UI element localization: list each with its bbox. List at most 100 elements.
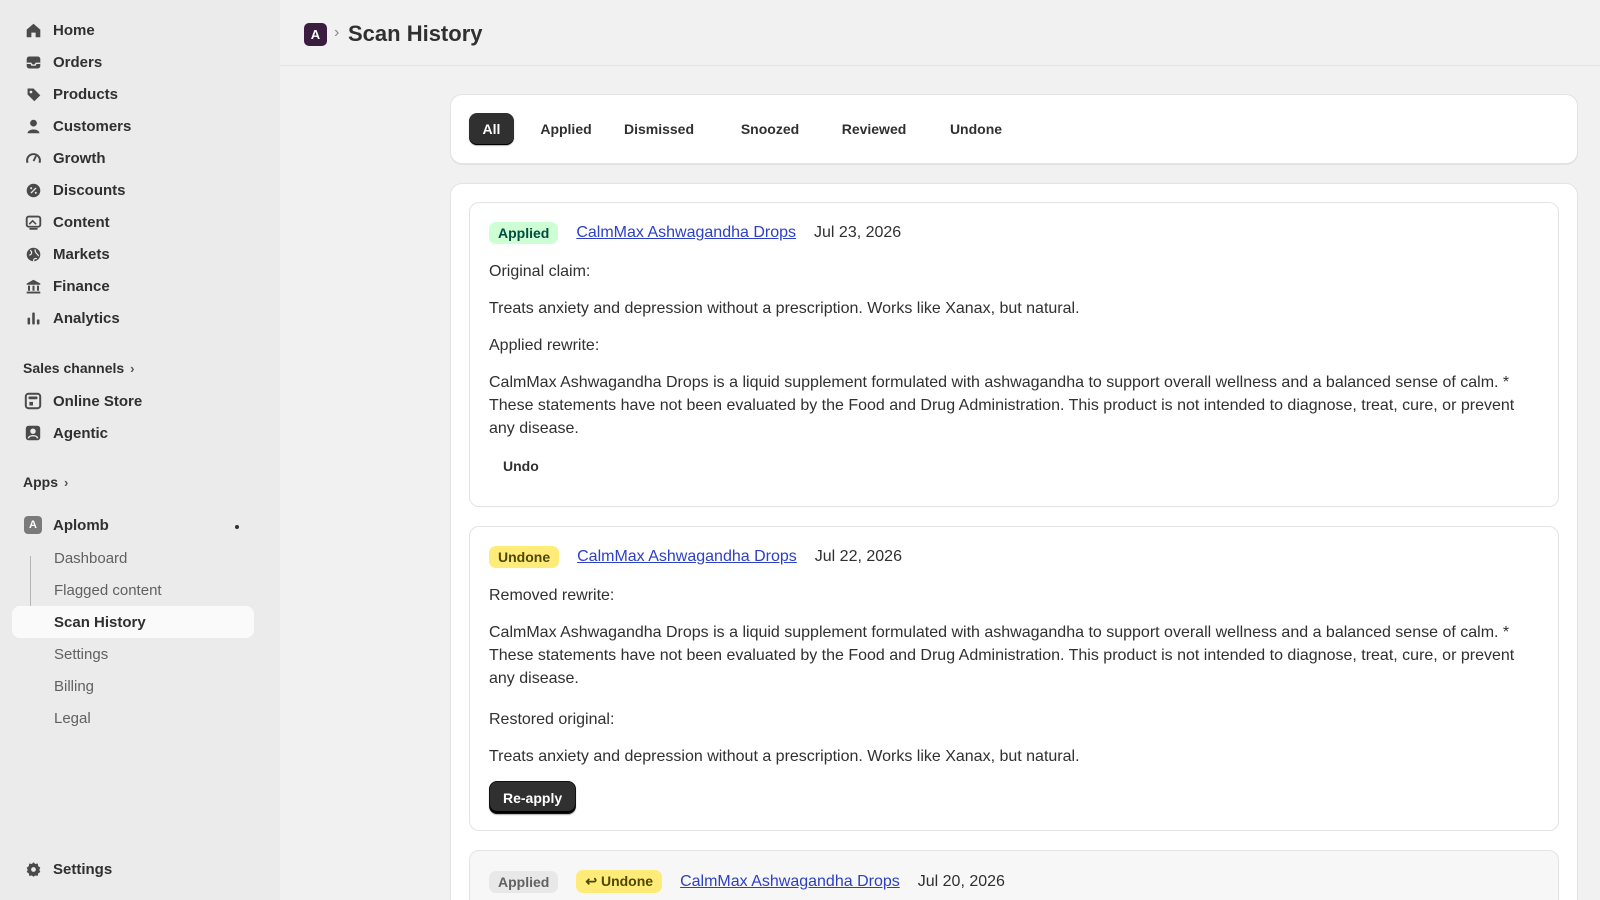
channel-online-store[interactable]: Online Store <box>12 386 254 416</box>
apps-header[interactable]: Apps › <box>23 474 68 490</box>
nav-label: Finance <box>53 277 110 295</box>
product-link[interactable]: CalmMax Ashwagandha Drops <box>680 873 900 891</box>
nav-products[interactable]: Products <box>12 79 254 109</box>
tab-undone[interactable]: Undone <box>935 113 1017 145</box>
restored-original-text: Treats anxiety and depression without a … <box>489 748 1080 765</box>
sidebar: Home Orders Products Customers Growth Di… <box>0 0 280 900</box>
sales-channels-header[interactable]: Sales channels › <box>23 360 135 376</box>
product-link[interactable]: CalmMax Ashwagandha Drops <box>576 224 796 242</box>
entry-header: Applied CalmMax Ashwagandha Drops Jul 23… <box>489 222 901 244</box>
image-icon <box>23 212 43 232</box>
nav-finance[interactable]: Finance <box>12 271 254 301</box>
app-page-label: Dashboard <box>54 549 128 567</box>
entry-date: Jul 22, 2026 <box>814 548 902 565</box>
nav-label: Markets <box>53 245 110 263</box>
app-page-dashboard[interactable]: Dashboard <box>12 542 254 574</box>
chevron-right-icon: › <box>130 360 135 376</box>
gear-icon <box>23 859 43 879</box>
nav-label: Home <box>53 21 95 39</box>
app-page-settings[interactable]: Settings <box>12 638 254 670</box>
status-badge: Applied <box>489 870 559 893</box>
history-entry: Applied CalmMax Ashwagandha Drops Jul 23… <box>469 202 1559 507</box>
app-page-label: Billing <box>54 677 95 695</box>
nav-label: Content <box>53 213 110 231</box>
aplomb-logo-icon: A <box>24 516 42 534</box>
entry-date: Jul 23, 2026 <box>814 224 902 241</box>
history-entry: Applied ↩ Undone CalmMax Ashwagandha Dro… <box>469 850 1559 900</box>
aplomb-brand-icon[interactable]: A <box>304 23 327 46</box>
person-icon <box>23 116 43 136</box>
chevron-right-icon: › <box>64 474 69 490</box>
bank-icon <box>23 276 43 296</box>
channel-label: Agentic <box>53 424 109 442</box>
app-page-scan-history[interactable]: Scan History <box>12 606 254 638</box>
tab-snoozed[interactable]: Snoozed <box>727 113 813 145</box>
app-page-label: Legal <box>54 709 91 727</box>
tab-applied[interactable]: Applied <box>527 113 605 145</box>
undo-button[interactable]: Undo <box>489 450 553 482</box>
nav-label: Settings <box>53 860 113 878</box>
tag-icon <box>23 84 43 104</box>
bar-chart-icon <box>23 308 43 328</box>
nav-growth[interactable]: Growth <box>12 143 254 173</box>
product-link[interactable]: CalmMax Ashwagandha Drops <box>577 548 797 566</box>
nav-discounts[interactable]: Discounts <box>12 175 254 205</box>
app-page-legal[interactable]: Legal <box>12 702 254 734</box>
sales-channels-label: Sales channels <box>23 360 125 376</box>
app-page-label: Flagged content <box>54 581 162 599</box>
applied-rewrite-label: Applied rewrite: <box>489 337 600 354</box>
nav-customers[interactable]: Customers <box>12 111 254 141</box>
breadcrumb-separator: › <box>334 24 340 41</box>
aplomb-app-icon-wrap: A <box>23 515 43 535</box>
app-page-flagged-content[interactable]: Flagged content <box>12 574 254 606</box>
app-aplomb[interactable]: A Aplomb <box>12 510 254 540</box>
agentic-icon <box>23 423 43 443</box>
home-icon <box>23 20 43 40</box>
entry-header: Undone CalmMax Ashwagandha Drops Jul 22,… <box>489 546 902 568</box>
apps-label: Apps <box>23 474 58 490</box>
gauge-icon <box>23 148 43 168</box>
original-claim-label: Original claim: <box>489 263 591 280</box>
page-title: Scan History <box>348 21 483 46</box>
app-page-billing[interactable]: Billing <box>12 670 254 702</box>
app-status-dot <box>235 525 239 529</box>
nav-orders[interactable]: Orders <box>12 47 254 77</box>
discount-icon <box>23 180 43 200</box>
nav-label: Products <box>53 85 119 103</box>
restored-original-label: Restored original: <box>489 711 615 728</box>
tab-reviewed[interactable]: Reviewed <box>826 113 922 145</box>
nav-label: Orders <box>53 53 103 71</box>
nav-label: Discounts <box>53 181 126 199</box>
removed-rewrite-text: CalmMax Ashwagandha Drops is a liquid su… <box>489 624 1515 687</box>
store-icon <box>23 391 43 411</box>
status-badge: Applied <box>489 222 559 244</box>
nav-content[interactable]: Content <box>12 207 254 237</box>
status-badge: Undone <box>489 546 560 568</box>
nav-analytics[interactable]: Analytics <box>12 303 254 333</box>
removed-rewrite-label: Removed rewrite: <box>489 587 615 604</box>
tab-dismissed[interactable]: Dismissed <box>614 113 704 145</box>
nav-label: Analytics <box>53 309 120 327</box>
channel-agentic[interactable]: Agentic <box>12 418 254 448</box>
filter-tabs-card: All Applied Dismissed Snoozed Reviewed U… <box>450 94 1578 164</box>
reapply-button[interactable]: Re-apply <box>489 781 577 814</box>
history-entry: Undone CalmMax Ashwagandha Drops Jul 22,… <box>469 526 1559 831</box>
page-header: A › Scan History <box>280 0 1600 66</box>
tab-all[interactable]: All <box>469 113 514 145</box>
app-label: Aplomb <box>53 516 109 534</box>
nav-label: Growth <box>53 149 106 167</box>
nav-label: Customers <box>53 117 132 135</box>
nav-settings[interactable]: Settings <box>12 854 254 884</box>
applied-rewrite-text: CalmMax Ashwagandha Drops is a liquid su… <box>489 374 1515 437</box>
app-page-label: Settings <box>54 645 109 663</box>
entry-date: Jul 20, 2026 <box>917 872 1005 890</box>
inbox-icon <box>23 52 43 72</box>
nav-markets[interactable]: Markets <box>12 239 254 269</box>
globe-icon <box>23 244 43 264</box>
original-claim-text: Treats anxiety and depression without a … <box>489 300 1080 317</box>
entry-header: Applied ↩ Undone CalmMax Ashwagandha Dro… <box>489 870 1005 893</box>
app-page-label: Scan History <box>54 613 146 631</box>
nav-home[interactable]: Home <box>12 15 254 45</box>
history-list: Applied CalmMax Ashwagandha Drops Jul 23… <box>450 183 1578 900</box>
undone-badge: ↩ Undone <box>576 870 663 893</box>
